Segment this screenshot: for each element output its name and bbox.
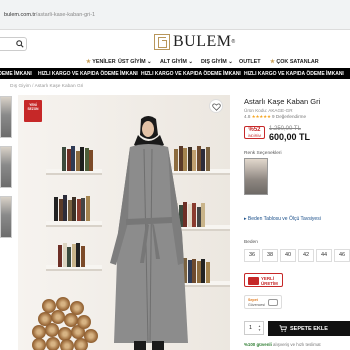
size-option[interactable]: 44: [316, 249, 332, 262]
ticker-text: HIZLI KARGO VE KAPIDA ÖDEME İMKANI: [0, 71, 32, 77]
quantity-stepper[interactable]: 1 ▲ ▼: [244, 321, 264, 335]
size-option[interactable]: 40: [280, 249, 296, 262]
product-title: Astarlı Kaşe Kaban Gri: [244, 97, 321, 106]
size-option[interactable]: 38: [262, 249, 278, 262]
ticker-text: HIZLI KARGO VE KAPIDA ÖDEME İMKANI: [141, 71, 241, 77]
nav-item-dis-giyim[interactable]: DIŞ GİYİM ⌄: [201, 59, 233, 65]
color-options-label: Renk Seçenekleri: [244, 151, 282, 156]
favorite-button[interactable]: [209, 99, 223, 113]
url-text[interactable]: bulem.com.tr/astarli-kase-kaban-gri-1: [4, 12, 95, 18]
cart-icon: [279, 325, 287, 332]
main-nav: ★ YENİLER ÜST GİYİM ⌄ ALT GİYİM ⌄ DIŞ Gİ…: [84, 58, 350, 68]
review-count[interactable]: 9 Değerlendirme: [272, 114, 306, 119]
ticker-text: HIZLI KARGO VE KAPIDA ÖDEME İMKANI: [244, 71, 344, 77]
guarantee-note: %100 güvenli alışveriş ve hızlı teslimat: [244, 342, 321, 347]
brand-name: BULEM: [173, 33, 232, 50]
product-code: Ürün Kodu: AKAGE-GR: [244, 108, 293, 113]
card-icon: [268, 299, 278, 306]
nav-item-alt-giyim[interactable]: ALT GİYİM ⌄: [160, 59, 193, 65]
size-option[interactable]: 46: [334, 249, 350, 262]
product-main-image[interactable]: YENİ SEZON: [18, 95, 230, 350]
add-to-cart-button[interactable]: SEPETE EKLE: [268, 321, 350, 336]
browser-address-bar[interactable]: bulem.com.tr/astarli-kase-kaban-gri-1: [0, 0, 350, 30]
factory-icon: [248, 276, 259, 285]
nav-item-outlet[interactable]: OUTLET: [239, 59, 261, 65]
rating-stars-icon: ★★★★★: [251, 114, 271, 119]
discount-badge: %52 İNDİRİM: [244, 126, 265, 139]
search-icon[interactable]: [16, 40, 24, 48]
local-production-badge: YERLİ ÜRETİM: [244, 273, 283, 287]
breadcrumb-link[interactable]: Dış Giyim: [10, 84, 31, 89]
search-input[interactable]: [0, 37, 27, 51]
heart-icon: [212, 102, 221, 111]
current-price: 600,00 TL: [269, 132, 311, 142]
ticker-text: HIZLI KARGO VE KAPIDA ÖDEME İMKANI: [38, 71, 138, 77]
logo-mark-icon: [154, 34, 170, 50]
product-thumbnail[interactable]: [0, 146, 12, 188]
product-thumbnail[interactable]: [0, 96, 12, 138]
size-option[interactable]: 42: [298, 249, 314, 262]
bookshelf-books: [58, 241, 85, 267]
breadcrumb-current: Astarlı Kaşe Kaban Gri: [34, 84, 84, 89]
color-swatch-gray[interactable]: [244, 158, 268, 195]
breadcrumb: Dış Giyim / Astarlı Kaşe Kaban Gri: [10, 84, 84, 89]
size-option[interactable]: 36: [244, 249, 260, 262]
size-label: Beden: [244, 240, 258, 245]
model-figure: [110, 116, 188, 350]
size-guide-link[interactable]: ▸ Beden Tablosu ve Ölçü Tavsiyesi: [244, 216, 321, 222]
registered-mark: ®: [231, 39, 236, 45]
brand-logo[interactable]: BULEM ®: [154, 33, 235, 51]
bookshelf-books: [62, 145, 94, 171]
product-thumbnail[interactable]: [0, 196, 12, 238]
nav-item-yeniler[interactable]: ★ YENİLER: [86, 59, 116, 65]
product-rating[interactable]: 4.8 ★★★★★ 9 Değerlendirme: [244, 114, 306, 120]
stepper-arrows-icon[interactable]: ▲ ▼: [258, 324, 261, 332]
nav-item-cok-satanlar[interactable]: ★ ÇOK SATANLAR: [270, 59, 319, 65]
secure-cart-badge: Sepet Güvencesi: [244, 295, 282, 309]
new-season-badge: YENİ SEZON: [24, 100, 42, 122]
announcement-ticker: HIZLI KARGO VE KAPIDA ÖDEME İMKANI HIZLI…: [0, 68, 350, 79]
nav-item-ust-giyim[interactable]: ÜST GİYİM ⌄: [118, 59, 152, 65]
bookshelf-books: [54, 195, 90, 221]
